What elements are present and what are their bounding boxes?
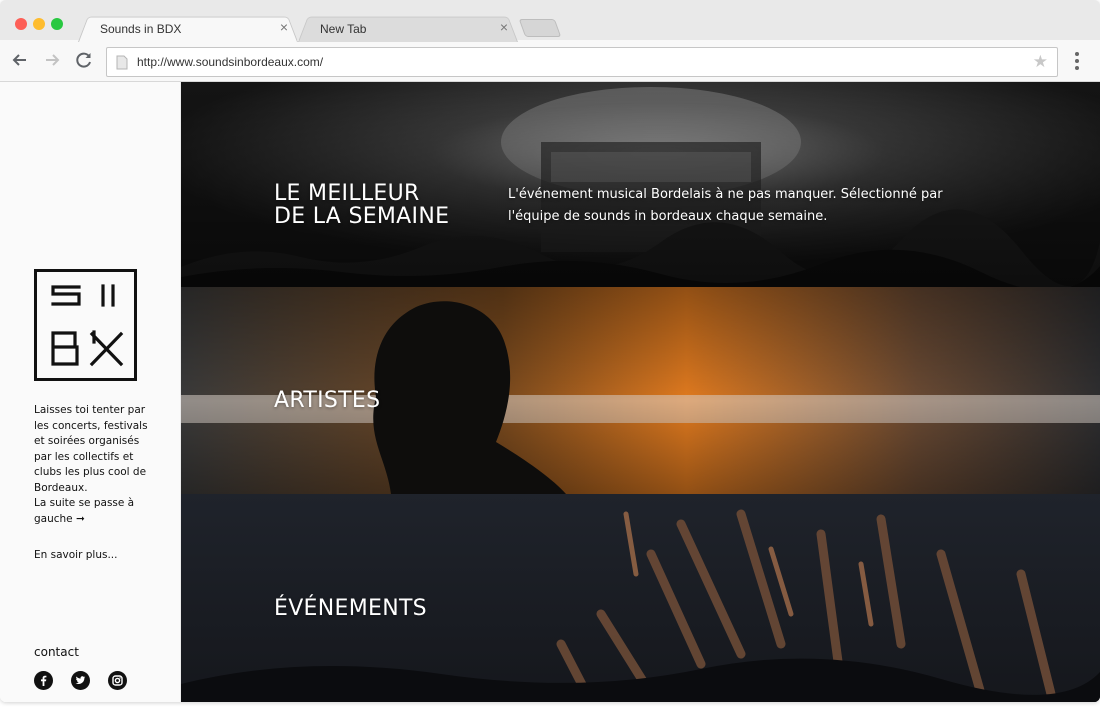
contact-link[interactable]: contact xyxy=(34,645,79,659)
maximize-window-button[interactable] xyxy=(51,18,63,30)
twitter-icon[interactable] xyxy=(71,671,90,690)
section-title: LE MEILLEUR DE LA SEMAINE xyxy=(274,181,450,229)
tab-label: New Tab xyxy=(320,22,367,36)
browser-toolbar: http://www.soundsinbordeaux.com/ ★ xyxy=(0,40,1100,82)
close-window-button[interactable] xyxy=(15,18,27,30)
sibdx-logo-mark xyxy=(51,284,124,367)
main-content: LE MEILLEUR DE LA SEMAINE L'événement mu… xyxy=(181,82,1100,702)
tab-new-tab[interactable]: New Tab × xyxy=(298,14,518,42)
arrow-left-icon xyxy=(12,54,26,66)
browser-window: Sounds in BDX × New Tab × http://www.sou… xyxy=(0,0,1100,702)
page-viewport: Laisses toi tenter par les concerts, fes… xyxy=(0,82,1100,702)
close-tab-icon[interactable]: × xyxy=(500,20,508,34)
instagram-icon[interactable] xyxy=(108,671,127,690)
url-text: http://www.soundsinbordeaux.com/ xyxy=(137,55,324,69)
minimize-window-button[interactable] xyxy=(33,18,45,30)
bookmark-star-icon[interactable]: ★ xyxy=(1033,52,1048,72)
page-icon xyxy=(116,55,128,70)
address-bar[interactable]: http://www.soundsinbordeaux.com/ ★ xyxy=(106,47,1058,77)
section-best-of-week[interactable]: LE MEILLEUR DE LA SEMAINE L'événement mu… xyxy=(181,82,1100,287)
section-title: ARTISTES xyxy=(274,388,381,413)
tab-sounds-in-bdx[interactable]: Sounds in BDX × xyxy=(78,14,298,42)
back-button[interactable] xyxy=(10,50,30,70)
learn-more-link[interactable]: En savoir plus... xyxy=(34,549,117,561)
forward-button[interactable] xyxy=(42,50,62,70)
section-events[interactable]: ÉVÉNEMENTS xyxy=(181,494,1100,702)
section-title: ÉVÉNEMENTS xyxy=(274,596,427,621)
section-description: L'événement musical Bordelais à ne pas m… xyxy=(508,187,943,224)
arrow-right-icon xyxy=(46,54,60,66)
intro-text: Laisses toi tenter par les concerts, fes… xyxy=(34,404,148,525)
new-tab-button[interactable] xyxy=(518,19,562,37)
site-logo[interactable] xyxy=(34,269,137,381)
tab-label: Sounds in BDX xyxy=(100,22,182,36)
facebook-icon[interactable] xyxy=(34,671,53,690)
reload-icon xyxy=(76,52,91,68)
section-artists[interactable]: ARTISTES xyxy=(181,287,1100,494)
reload-button[interactable] xyxy=(74,50,94,70)
browser-titlebar: Sounds in BDX × New Tab × xyxy=(0,0,1100,42)
browser-menu-icon[interactable] xyxy=(1072,52,1082,72)
sidebar: Laisses toi tenter par les concerts, fes… xyxy=(0,82,181,702)
close-tab-icon[interactable]: × xyxy=(280,20,288,34)
